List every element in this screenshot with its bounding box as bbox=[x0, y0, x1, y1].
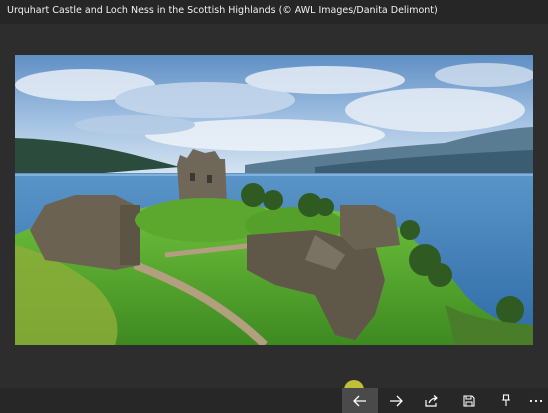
image-caption: Urquhart Castle and Loch Ness in the Sco… bbox=[7, 5, 438, 16]
save-icon bbox=[463, 394, 475, 407]
arrow-left-icon bbox=[353, 395, 366, 406]
set-lockscreen-button[interactable] bbox=[488, 388, 524, 413]
more-icon bbox=[529, 399, 543, 402]
command-bar bbox=[0, 388, 548, 413]
share-icon bbox=[425, 394, 438, 407]
gatehouse-ruin bbox=[30, 195, 140, 270]
back-button[interactable] bbox=[342, 388, 378, 413]
more-button[interactable] bbox=[524, 388, 548, 413]
share-button[interactable] bbox=[414, 388, 450, 413]
pin-icon bbox=[502, 394, 510, 406]
title-bar: Urquhart Castle and Loch Ness in the Sco… bbox=[0, 0, 548, 24]
forward-button[interactable] bbox=[378, 388, 414, 413]
app-window: Urquhart Castle and Loch Ness in the Sco… bbox=[0, 0, 548, 413]
save-button[interactable] bbox=[451, 388, 487, 413]
photo-urquhart-castle bbox=[15, 55, 533, 345]
arrow-right-icon bbox=[390, 395, 403, 406]
